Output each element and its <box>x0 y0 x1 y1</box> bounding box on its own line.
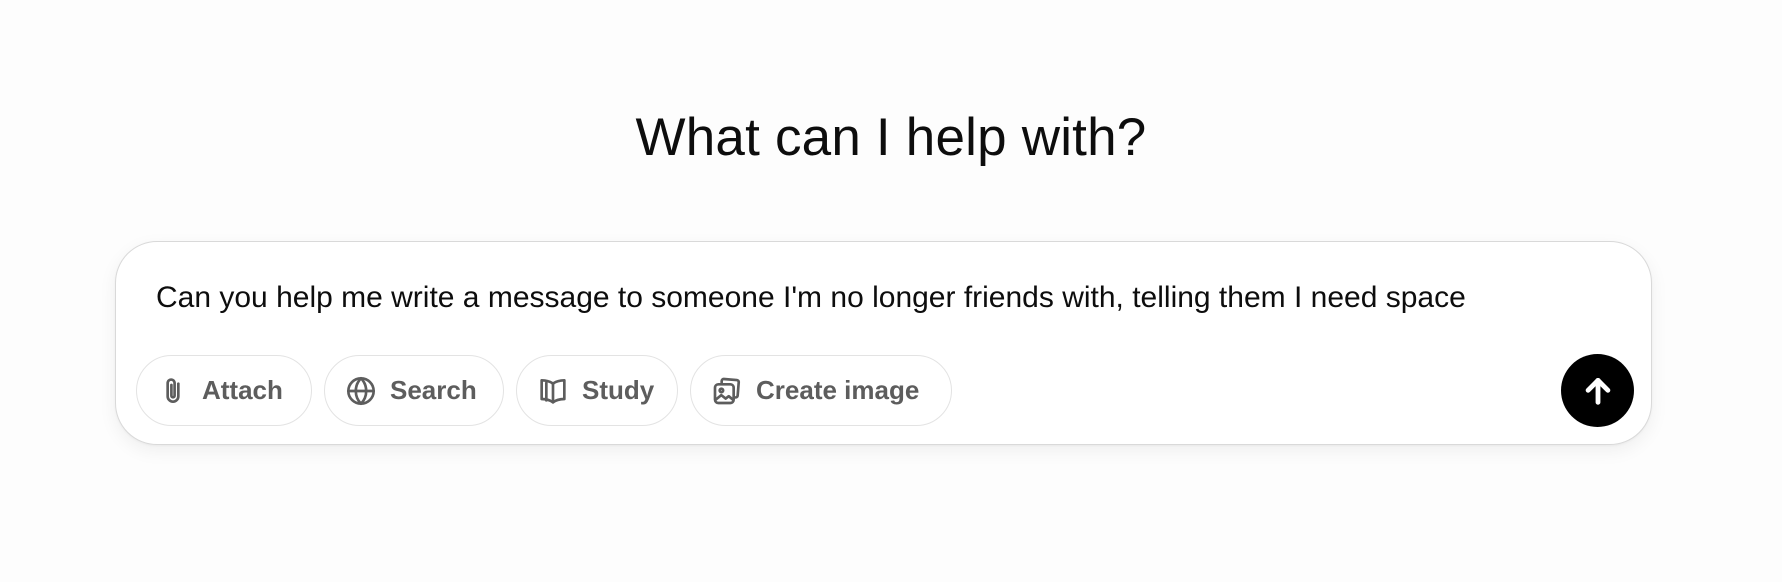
create-image-label: Create image <box>756 375 920 405</box>
open-book-icon <box>537 375 569 407</box>
attach-button[interactable]: Attach <box>136 355 312 426</box>
send-button[interactable] <box>1561 354 1634 427</box>
create-image-button[interactable]: Create image <box>690 355 952 426</box>
page-heading: What can I help with? <box>635 108 1147 167</box>
attach-label: Attach <box>202 375 283 405</box>
study-label: Study <box>582 375 655 405</box>
prompt-input[interactable]: Can you help me write a message to someo… <box>156 278 1606 318</box>
image-icon <box>711 375 743 407</box>
search-label: Search <box>390 375 477 405</box>
study-button[interactable]: Study <box>516 355 678 426</box>
arrow-up-icon <box>1585 377 1610 405</box>
paperclip-icon <box>157 375 189 407</box>
prompt-composer: Can you help me write a message to someo… <box>115 241 1652 445</box>
globe-icon <box>345 375 377 407</box>
search-button[interactable]: Search <box>324 355 504 426</box>
